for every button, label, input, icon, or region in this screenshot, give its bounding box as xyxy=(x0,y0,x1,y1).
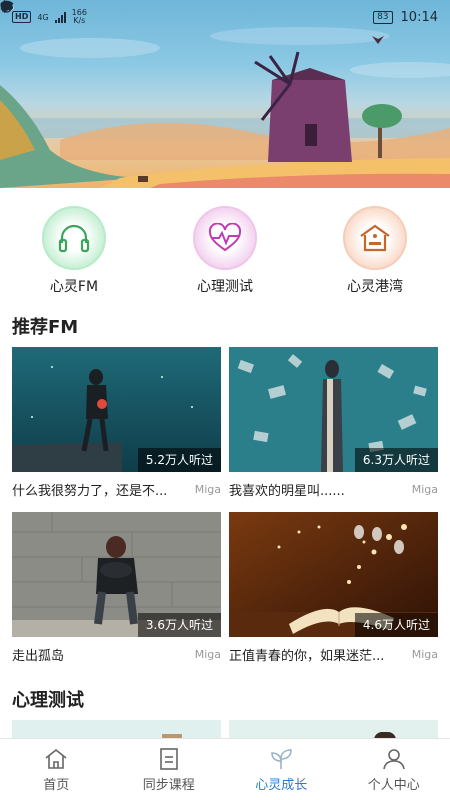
section-title-recommended-fm: 推荐FM xyxy=(12,317,79,338)
nav-courses[interactable]: 同步课程 xyxy=(113,739,226,800)
battery-icon: 83 xyxy=(373,10,393,24)
document-icon xyxy=(159,747,178,770)
category-row: 心灵FM 心理测试 心灵港湾 xyxy=(0,206,450,296)
fm-meta: 正值青春的你，如果迷茫... Miga xyxy=(229,645,438,664)
nav-profile[interactable]: 个人中心 xyxy=(338,739,450,800)
fm-card[interactable]: 4.6万人听过 正值青春的你，如果迷茫... Miga xyxy=(229,512,438,664)
bottom-nav: 首页 同步课程 心灵成长 个人中心 xyxy=(0,738,450,800)
listen-count: 5.2万人听过 xyxy=(137,448,221,472)
fm-card[interactable]: 6.3万人听过 我喜欢的明星叫...... Miga xyxy=(229,347,438,499)
category-icon-circle xyxy=(193,206,257,270)
fm-meta: 走出孤岛 Miga xyxy=(12,645,221,664)
person-icon xyxy=(382,748,405,769)
psych-test-card[interactable] xyxy=(229,720,438,740)
heart-pulse-icon xyxy=(208,223,242,252)
category-label: 心理测试 xyxy=(197,279,253,295)
section-title-psych-test: 心理测试 xyxy=(12,690,84,711)
fm-card[interactable]: 5.2万人听过 什么我很努力了，还是不... Miga xyxy=(12,347,221,499)
listen-count: 3.6万人听过 xyxy=(137,613,221,637)
app-screen: HD 4G 166 K/s 83 10:14 心灵FM 心理测试 心灵港湾 推荐… xyxy=(0,0,450,800)
fm-title: 什么我很努力了，还是不... xyxy=(12,483,168,499)
fm-title: 走出孤岛 xyxy=(12,648,65,664)
fm-meta: 什么我很努力了，还是不... Miga xyxy=(12,480,221,499)
nav-label: 首页 xyxy=(43,777,70,793)
hd-voice-icon: HD xyxy=(12,11,32,23)
fm-thumbnail: 6.3万人听过 xyxy=(229,347,438,472)
fm-title: 正值青春的你，如果迷茫... xyxy=(229,648,385,664)
fm-author: Miga xyxy=(194,482,221,496)
house-icon xyxy=(360,224,390,252)
listen-count: 6.3万人听过 xyxy=(354,448,438,472)
fm-thumbnail: 3.6万人听过 xyxy=(12,512,221,637)
category-icon-circle xyxy=(343,206,407,270)
nav-growth[interactable]: 心灵成长 xyxy=(225,739,338,800)
nav-home[interactable]: 首页 xyxy=(0,739,113,800)
category-label: 心灵港湾 xyxy=(347,279,403,295)
category-psych-test[interactable]: 心理测试 xyxy=(175,206,275,296)
nav-label: 个人中心 xyxy=(367,777,420,793)
fm-meta: 我喜欢的明星叫...... Miga xyxy=(229,480,438,499)
nav-label: 心灵成长 xyxy=(255,777,308,793)
hero-banner[interactable]: HD 4G 166 K/s 83 10:14 xyxy=(0,0,450,188)
bluetooth-icon xyxy=(0,0,9,13)
signal-icon xyxy=(54,11,66,23)
home-icon xyxy=(45,748,67,769)
psych-test-card[interactable] xyxy=(12,720,221,740)
status-bar: HD 4G 166 K/s 83 10:14 xyxy=(0,0,450,34)
nav-label: 同步课程 xyxy=(142,777,195,793)
sprout-icon xyxy=(271,748,293,769)
fm-author: Miga xyxy=(411,647,438,661)
fm-author: Miga xyxy=(194,647,221,661)
category-xinling-harbor[interactable]: 心灵港湾 xyxy=(325,206,425,296)
category-label: 心灵FM xyxy=(49,279,99,295)
fm-title: 我喜欢的明星叫...... xyxy=(229,483,345,499)
category-xinling-fm[interactable]: 心灵FM xyxy=(24,206,124,296)
network-type: 4G xyxy=(37,12,49,22)
fm-card[interactable]: 3.6万人听过 走出孤岛 Miga xyxy=(12,512,221,664)
speed-unit: K/s xyxy=(73,16,86,25)
fm-thumbnail: 4.6万人听过 xyxy=(229,512,438,637)
fm-author: Miga xyxy=(411,482,438,496)
listen-count: 4.6万人听过 xyxy=(354,613,438,637)
category-icon-circle xyxy=(42,206,106,270)
headphones-icon xyxy=(58,224,90,253)
network-speed: 166 K/s xyxy=(72,9,87,25)
fm-thumbnail: 5.2万人听过 xyxy=(12,347,221,472)
clock: 10:14 xyxy=(400,9,438,25)
